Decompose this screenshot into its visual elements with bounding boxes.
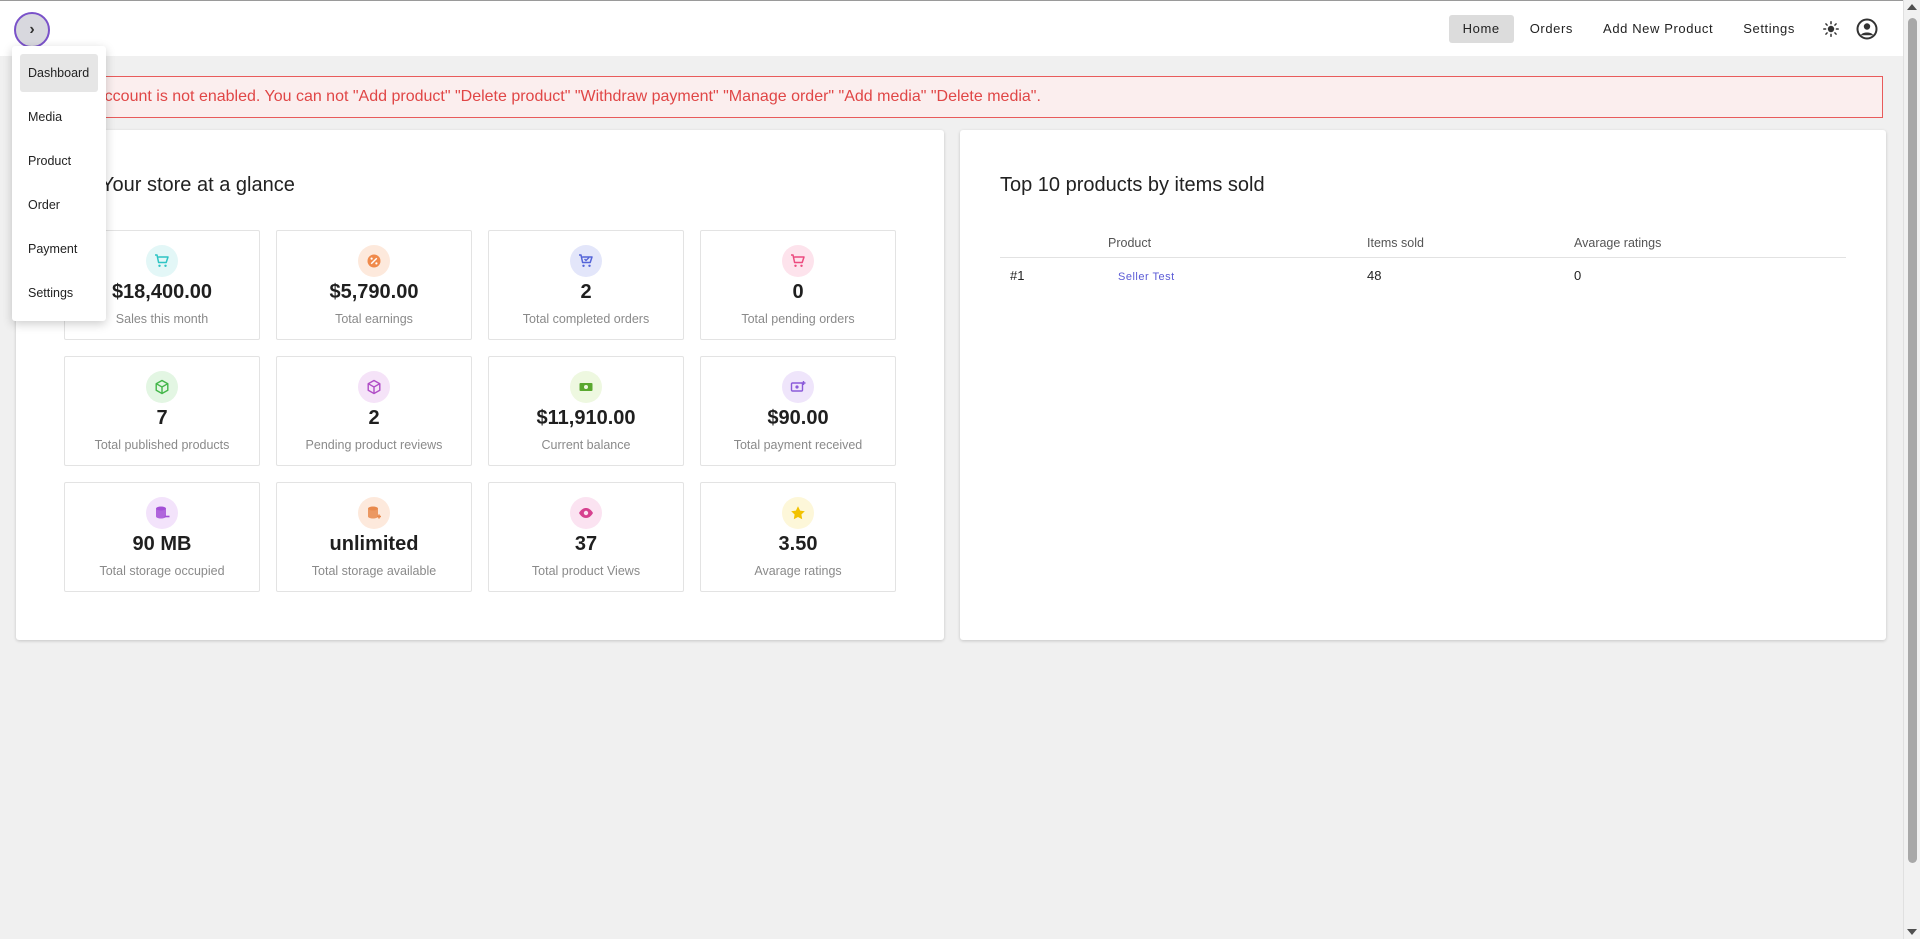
stat-value: 0 bbox=[792, 281, 804, 303]
cash-icon bbox=[570, 371, 602, 403]
stat-tile: 3.50 Avarage ratings bbox=[700, 482, 896, 592]
scroll-thumb[interactable] bbox=[1908, 18, 1917, 863]
stat-label: Total product Views bbox=[531, 564, 641, 578]
column-header-items-sold: Items sold bbox=[1367, 235, 1424, 250]
top-products-card: Top 10 products by items sold Product It… bbox=[960, 130, 1886, 640]
stat-tile: unlimited Total storage available bbox=[276, 482, 472, 592]
stat-label: Total completed orders bbox=[522, 312, 650, 326]
stat-label: Pending product reviews bbox=[305, 438, 443, 452]
stat-label: Avarage ratings bbox=[754, 564, 842, 578]
eye-icon bbox=[570, 497, 602, 529]
product-link[interactable]: Seller Test bbox=[1108, 271, 1175, 283]
stat-value: $5,790.00 bbox=[329, 281, 419, 303]
stat-label: Total published products bbox=[94, 438, 230, 452]
stat-value: 90 MB bbox=[132, 533, 192, 555]
side-menu-item-dashboard[interactable]: Dashboard bbox=[20, 54, 98, 92]
stat-tile: 2 Total completed orders bbox=[488, 230, 684, 340]
stat-tile: 90 MB Total storage occupied bbox=[64, 482, 260, 592]
stat-tile: 7 Total published products bbox=[64, 356, 260, 466]
stat-value: 2 bbox=[368, 407, 380, 429]
star-icon bbox=[782, 497, 814, 529]
nav-home-button[interactable]: Home bbox=[1448, 15, 1514, 43]
store-glance-card: Your store at a glance $18,400.00 Sales t… bbox=[16, 130, 944, 640]
side-menu-item-media[interactable]: Media bbox=[20, 98, 98, 136]
top-products-table: Product Items sold Avarage ratings #1 Se… bbox=[1000, 228, 1846, 292]
sun-icon bbox=[1823, 21, 1839, 37]
theme-toggle-button[interactable] bbox=[1817, 15, 1845, 43]
ratings-cell: 0 bbox=[1574, 267, 1582, 283]
cart-check-icon bbox=[570, 245, 602, 277]
account-button[interactable] bbox=[1853, 15, 1881, 43]
stat-value: $18,400.00 bbox=[111, 281, 213, 303]
top-products-title: Top 10 products by items sold bbox=[1000, 174, 1265, 196]
top-nav: Home Orders Add New Product Settings bbox=[1447, 15, 1881, 43]
stat-tile: 2 Pending product reviews bbox=[276, 356, 472, 466]
stat-value: unlimited bbox=[329, 533, 419, 555]
stat-label: Current balance bbox=[541, 438, 631, 452]
table-row: #1 Seller Test 48 0 bbox=[1000, 258, 1846, 292]
stat-label: Total pending orders bbox=[741, 312, 855, 326]
account-disabled-alert: Your account is not enabled. You can not… bbox=[16, 76, 1883, 118]
stat-value: 3.50 bbox=[778, 533, 818, 555]
column-header-ratings: Avarage ratings bbox=[1574, 235, 1662, 250]
stat-tile: 0 Total pending orders bbox=[700, 230, 896, 340]
stat-value: $11,910.00 bbox=[536, 407, 636, 429]
database-icon bbox=[146, 497, 178, 529]
store-glance-title: Your store at a glance bbox=[101, 174, 295, 196]
stat-label: Total earnings bbox=[335, 312, 413, 326]
box-icon bbox=[358, 371, 390, 403]
percent-icon bbox=[358, 245, 390, 277]
cash-plus-icon bbox=[782, 371, 814, 403]
stat-value: $90.00 bbox=[767, 407, 829, 429]
stat-tile: $90.00 Total payment received bbox=[700, 356, 896, 466]
top-bar: › Home Orders Add New Product Settings bbox=[0, 0, 1903, 56]
database-plus-icon bbox=[358, 497, 390, 529]
stat-label: Total storage available bbox=[311, 564, 437, 578]
box-icon bbox=[146, 371, 178, 403]
side-menu-item-payment[interactable]: Payment bbox=[20, 230, 98, 268]
scroll-up-arrow-icon[interactable] bbox=[1907, 4, 1917, 10]
nav-add-new-product-button[interactable]: Add New Product bbox=[1589, 15, 1727, 43]
cart-icon bbox=[782, 245, 814, 277]
stat-value: 7 bbox=[156, 407, 168, 429]
stat-label: Total storage occupied bbox=[99, 564, 225, 578]
stat-value: 37 bbox=[574, 533, 598, 555]
nav-settings-button[interactable]: Settings bbox=[1729, 15, 1809, 43]
side-menu-item-order[interactable]: Order bbox=[20, 186, 98, 224]
stat-label: Total payment received bbox=[733, 438, 863, 452]
nav-orders-button[interactable]: Orders bbox=[1516, 15, 1587, 43]
stat-label: Sales this month bbox=[115, 312, 209, 326]
rank-cell: #1 bbox=[1010, 267, 1025, 283]
page-scrollbar[interactable] bbox=[1903, 0, 1920, 939]
side-menu-item-product[interactable]: Product bbox=[20, 142, 98, 180]
menu-toggle-button[interactable]: › bbox=[14, 12, 50, 48]
stat-value: 2 bbox=[580, 281, 592, 303]
side-menu: Dashboard Media Product Order Payment Se… bbox=[12, 46, 106, 321]
chevron-right-icon: › bbox=[29, 21, 35, 38]
items-sold-cell: 48 bbox=[1367, 267, 1382, 283]
column-header-product: Product bbox=[1108, 235, 1152, 250]
stats-grid: $18,400.00 Sales this month $5,790.00 Total… bbox=[64, 230, 896, 592]
stat-tile: 37 Total product Views bbox=[488, 482, 684, 592]
scroll-down-arrow-icon[interactable] bbox=[1907, 929, 1917, 935]
side-menu-item-settings[interactable]: Settings bbox=[20, 274, 98, 312]
stat-tile: $11,910.00 Current balance bbox=[488, 356, 684, 466]
table-header: Product Items sold Avarage ratings bbox=[1000, 228, 1846, 258]
cart-icon bbox=[146, 245, 178, 277]
stat-tile: $5,790.00 Total earnings bbox=[276, 230, 472, 340]
account-circle-icon bbox=[1856, 18, 1878, 40]
